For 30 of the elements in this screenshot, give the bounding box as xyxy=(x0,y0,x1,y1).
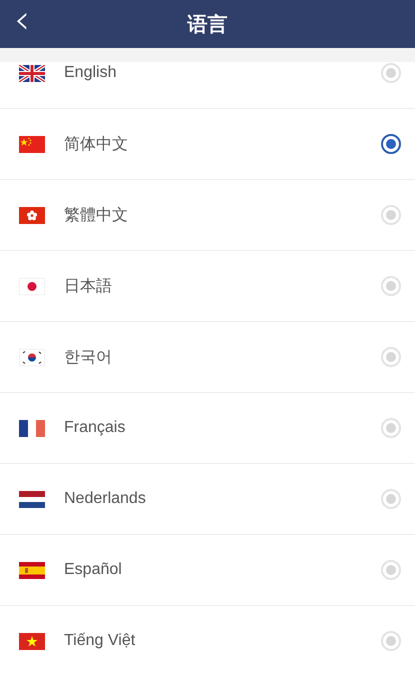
language-item[interactable]: Tiếng Việt xyxy=(0,606,415,674)
language-name: Français xyxy=(64,419,126,437)
flag-icon xyxy=(19,278,45,294)
language-name: English xyxy=(64,64,118,82)
back-button[interactable]: ‹ xyxy=(8,2,36,38)
language-item[interactable]: Español xyxy=(0,535,415,606)
flag-icon xyxy=(19,420,45,436)
language-item[interactable]: Nederlands xyxy=(0,464,415,535)
flag-icon xyxy=(19,632,45,650)
language-name: 日本語 xyxy=(64,276,113,296)
flag-icon xyxy=(19,348,45,366)
language-item[interactable]: 한국어 xyxy=(0,322,415,393)
language-item[interactable]: 简体中文 xyxy=(0,109,415,180)
flag-icon xyxy=(19,64,45,82)
language-name: 简体中文 xyxy=(64,134,129,154)
language-name: Español xyxy=(64,561,123,579)
flag-icon xyxy=(19,490,45,508)
language-name: Tiếng Việt xyxy=(64,632,136,650)
flag-icon xyxy=(19,206,45,224)
language-name: Nederlands xyxy=(64,490,147,508)
page-title: 语言 xyxy=(188,10,228,38)
language-item[interactable]: 日本語 xyxy=(0,251,415,322)
language-item[interactable]: Français xyxy=(0,393,415,464)
flag-icon xyxy=(19,562,45,578)
language-name: 한국어 xyxy=(64,348,113,368)
language-item[interactable]: 繁體中文 xyxy=(0,180,415,251)
language-item[interactable]: English xyxy=(0,62,415,109)
radio-button[interactable] xyxy=(381,134,401,154)
language-name: 繁體中文 xyxy=(64,206,129,226)
flag-icon xyxy=(19,136,45,152)
